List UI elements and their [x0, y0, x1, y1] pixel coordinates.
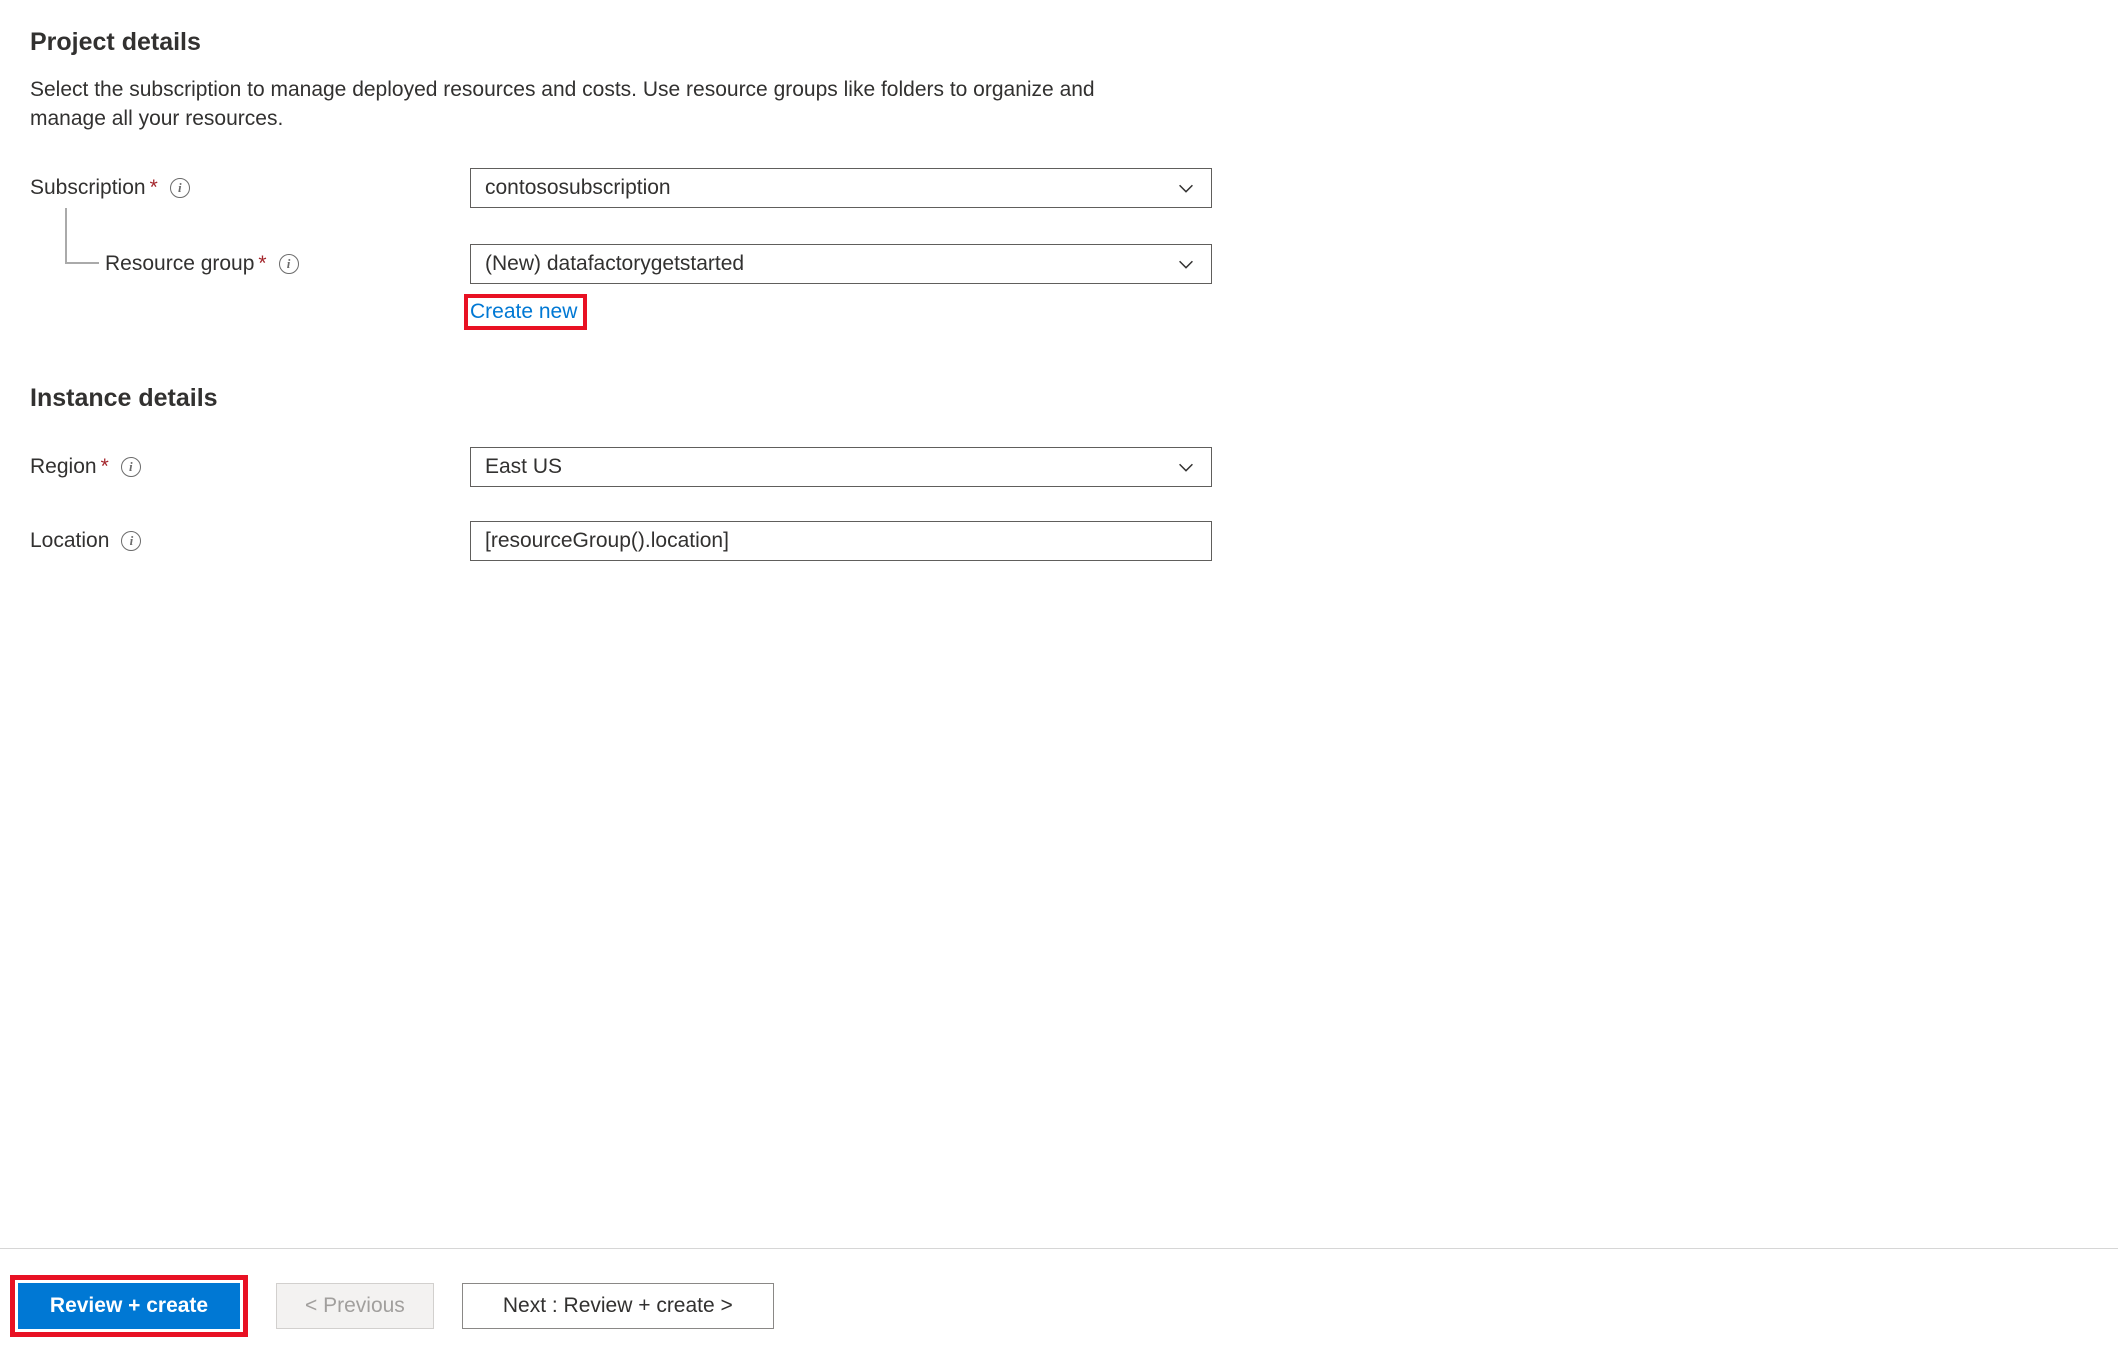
info-icon[interactable]: i	[121, 457, 141, 477]
project-details-heading: Project details	[30, 28, 1230, 57]
resource-group-dropdown[interactable]: (New) datafactorygetstarted	[470, 244, 1212, 284]
resource-group-value: (New) datafactorygetstarted	[485, 252, 744, 276]
location-input-col: [resourceGroup().location]	[470, 521, 1212, 561]
create-new-highlight: Create new	[464, 294, 587, 330]
info-icon[interactable]: i	[279, 254, 299, 274]
project-details-description: Select the subscription to manage deploy…	[30, 75, 1130, 134]
resource-group-label: Resource group	[105, 252, 254, 276]
previous-button: < Previous	[276, 1283, 434, 1329]
subscription-dropdown[interactable]: contososubscription	[470, 168, 1212, 208]
resource-group-row: Resource group * i (New) datafactorygets…	[30, 244, 1230, 284]
region-value: East US	[485, 455, 562, 479]
region-row: Region * i East US	[30, 447, 1230, 487]
region-input-col: East US	[470, 447, 1212, 487]
location-value: [resourceGroup().location]	[485, 529, 729, 553]
resource-group-input-col: (New) datafactorygetstarted	[470, 244, 1212, 284]
tree-connector	[65, 208, 99, 264]
subscription-row: Subscription * i contososubscription	[30, 168, 1230, 208]
create-resource-form: Project details Select the subscription …	[0, 0, 2118, 1363]
subscription-input-col: contososubscription	[470, 168, 1212, 208]
info-icon[interactable]: i	[121, 531, 141, 551]
chevron-down-icon	[1175, 253, 1197, 275]
create-new-link[interactable]: Create new	[470, 300, 577, 323]
region-dropdown[interactable]: East US	[470, 447, 1212, 487]
create-new-row: Create new	[30, 294, 1230, 330]
required-star: *	[150, 176, 158, 200]
location-input[interactable]: [resourceGroup().location]	[470, 521, 1212, 561]
required-star: *	[258, 252, 266, 276]
instance-details-heading: Instance details	[30, 384, 1230, 413]
location-row: Location i [resourceGroup().location]	[30, 521, 1230, 561]
location-label: Location	[30, 529, 109, 553]
required-star: *	[101, 455, 109, 479]
create-new-col: Create new	[470, 294, 1212, 330]
resource-group-label-col: Resource group * i	[30, 252, 470, 276]
chevron-down-icon	[1175, 456, 1197, 478]
region-label-col: Region * i	[30, 455, 470, 479]
region-label: Region	[30, 455, 97, 479]
chevron-down-icon	[1175, 177, 1197, 199]
info-icon[interactable]: i	[170, 178, 190, 198]
review-create-button[interactable]: Review + create	[18, 1283, 240, 1329]
location-label-col: Location i	[30, 529, 470, 553]
subscription-label-col: Subscription * i	[30, 176, 470, 200]
subscription-value: contososubscription	[485, 176, 671, 200]
next-button[interactable]: Next : Review + create >	[462, 1283, 774, 1329]
form-content: Project details Select the subscription …	[30, 28, 1230, 561]
subscription-label: Subscription	[30, 176, 146, 200]
review-create-highlight: Review + create	[10, 1275, 248, 1337]
wizard-footer: Review + create < Previous Next : Review…	[0, 1248, 2118, 1363]
